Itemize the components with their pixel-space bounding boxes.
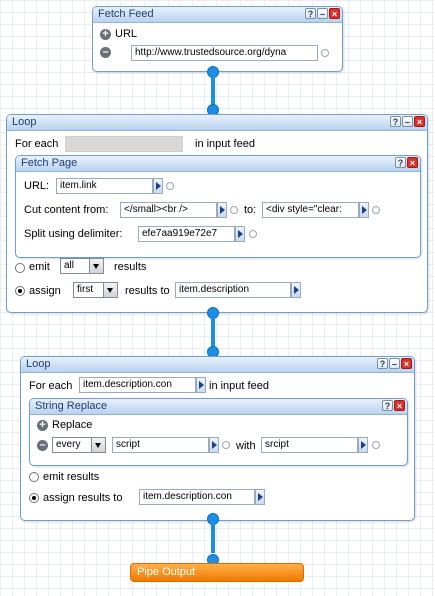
- help-icon[interactable]: ?: [395, 157, 406, 168]
- split-arrow-icon[interactable]: [235, 226, 245, 242]
- split-delimiter-input[interactable]: efe7aa919e72e7: [138, 226, 235, 242]
- cut-from-arrow-icon[interactable]: [217, 202, 227, 218]
- cut-to-input[interactable]: <div style="clear:: [262, 202, 359, 218]
- add-url-icon[interactable]: +: [100, 29, 111, 40]
- add-replace-rule-icon[interactable]: +: [37, 420, 48, 431]
- fetch-page-title: Fetch Page: [21, 157, 78, 169]
- help-icon[interactable]: ?: [305, 8, 316, 19]
- fetch-url-input[interactable]: item.link: [56, 178, 153, 194]
- replace-terminal-icon[interactable]: [372, 441, 380, 449]
- close-icon[interactable]: ×: [394, 400, 405, 411]
- chevron-down-icon[interactable]: [103, 283, 117, 297]
- fetch-page-titlebar[interactable]: Fetch Page ? ×: [16, 156, 420, 172]
- assign-mode-select[interactable]: first: [73, 282, 118, 298]
- close-icon[interactable]: ×: [407, 157, 418, 168]
- for-each-label: For each: [15, 138, 59, 150]
- loop2-titlebar[interactable]: Loop ? – ×: [21, 357, 414, 373]
- in-input-feed-label: in input feed: [195, 138, 255, 150]
- loop-module-2: Loop ? – × For each item.description.con…: [20, 356, 415, 521]
- split-terminal-icon[interactable]: [249, 230, 257, 238]
- for-each-label: For each: [29, 380, 73, 392]
- cut-content-label: Cut content from:: [24, 204, 109, 216]
- pipe-connector: [211, 317, 215, 347]
- assign-results-radio[interactable]: [29, 493, 39, 503]
- minimize-icon[interactable]: –: [402, 116, 413, 127]
- replace-text-input[interactable]: srcipt: [261, 437, 358, 453]
- emit-mode-value: all: [64, 260, 75, 271]
- help-icon[interactable]: ?: [390, 116, 401, 127]
- pipe-output-module[interactable]: Pipe Output: [130, 563, 304, 582]
- cut-to-terminal-icon[interactable]: [372, 206, 380, 214]
- emit-label: emit: [29, 261, 50, 273]
- to-label: to:: [244, 204, 257, 216]
- loop1-titlebar[interactable]: Loop ? – ×: [7, 115, 427, 131]
- cut-from-input[interactable]: </small><br />: [120, 202, 217, 218]
- replace-arrow-icon[interactable]: [358, 437, 368, 453]
- loop-module-1: Loop ? – × For each in input feed Fetch …: [6, 114, 428, 313]
- assign-radio[interactable]: [15, 286, 25, 296]
- find-arrow-icon[interactable]: [209, 437, 219, 453]
- loop2-title: Loop: [26, 358, 51, 370]
- assign-target-input[interactable]: item.description: [175, 282, 291, 298]
- fetch-feed-module: Fetch Feed ? – × + URL – http://www.trus…: [92, 6, 343, 72]
- replace-mode-select[interactable]: every: [52, 437, 106, 453]
- cut-from-terminal-icon[interactable]: [230, 206, 238, 214]
- string-replace-module: String Replace ? × + Replace – every scr…: [29, 398, 408, 466]
- fetch-url-label: URL:: [24, 180, 50, 192]
- assign-results-to-label: assign results to: [43, 492, 123, 504]
- remove-url-icon[interactable]: –: [100, 47, 111, 58]
- with-label: with: [236, 440, 256, 452]
- emit-results-radio[interactable]: [29, 472, 39, 482]
- in-input-feed-label: in input feed: [209, 380, 269, 392]
- pipe-output-title: Pipe Output: [137, 566, 196, 578]
- close-icon[interactable]: ×: [414, 116, 425, 127]
- pipe-connector: [211, 523, 215, 553]
- fetch-feed-title: Fetch Feed: [98, 8, 154, 20]
- close-icon[interactable]: ×: [401, 358, 412, 369]
- help-icon[interactable]: ?: [377, 358, 388, 369]
- replace-mode-value: every: [56, 439, 81, 450]
- assign-label: assign: [29, 285, 61, 297]
- close-icon[interactable]: ×: [329, 8, 340, 19]
- emit-results-label: emit results: [43, 471, 100, 483]
- split-delimiter-label: Split using delimiter:: [24, 228, 123, 240]
- feed-url-input[interactable]: http://www.trustedsource.org/dyna: [131, 45, 318, 61]
- loop1-title: Loop: [12, 116, 37, 128]
- string-replace-title: String Replace: [35, 400, 108, 412]
- emit-radio[interactable]: [15, 263, 25, 273]
- remove-replace-rule-icon[interactable]: –: [37, 440, 48, 451]
- url-terminal-icon[interactable]: [321, 49, 329, 57]
- string-replace-titlebar[interactable]: String Replace ? ×: [30, 399, 407, 415]
- results-to-label: results to: [125, 285, 170, 297]
- chevron-down-icon[interactable]: [89, 259, 103, 273]
- assign-target-arrow-icon[interactable]: [255, 489, 265, 505]
- chevron-down-icon[interactable]: [91, 438, 105, 452]
- assign-target-arrow-icon[interactable]: [291, 282, 301, 298]
- url-terminal-icon[interactable]: [166, 182, 174, 190]
- assign-mode-value: first: [77, 284, 94, 295]
- minimize-icon[interactable]: –: [389, 358, 400, 369]
- pipe-connector: [211, 76, 215, 106]
- fetch-page-module: Fetch Page ? × URL: item.link Cut conten…: [15, 155, 421, 258]
- cut-to-arrow-icon[interactable]: [359, 202, 369, 218]
- loop1-item-dropzone[interactable]: [65, 136, 183, 152]
- emit-mode-select[interactable]: all: [60, 258, 104, 274]
- emit-results-label: results: [114, 261, 147, 273]
- url-field-arrow-icon[interactable]: [153, 178, 163, 194]
- find-terminal-icon[interactable]: [222, 441, 230, 449]
- item-arrow-icon[interactable]: [196, 377, 206, 393]
- replace-label: Replace: [52, 419, 93, 431]
- loop2-item-input[interactable]: item.description.con: [79, 377, 196, 393]
- fetch-feed-titlebar[interactable]: Fetch Feed ? – ×: [93, 7, 342, 23]
- help-icon[interactable]: ?: [382, 400, 393, 411]
- assign-target-input[interactable]: item.description.con: [139, 489, 255, 505]
- find-text-input[interactable]: script: [112, 437, 209, 453]
- url-label: URL: [115, 28, 138, 40]
- minimize-icon[interactable]: –: [317, 8, 328, 19]
